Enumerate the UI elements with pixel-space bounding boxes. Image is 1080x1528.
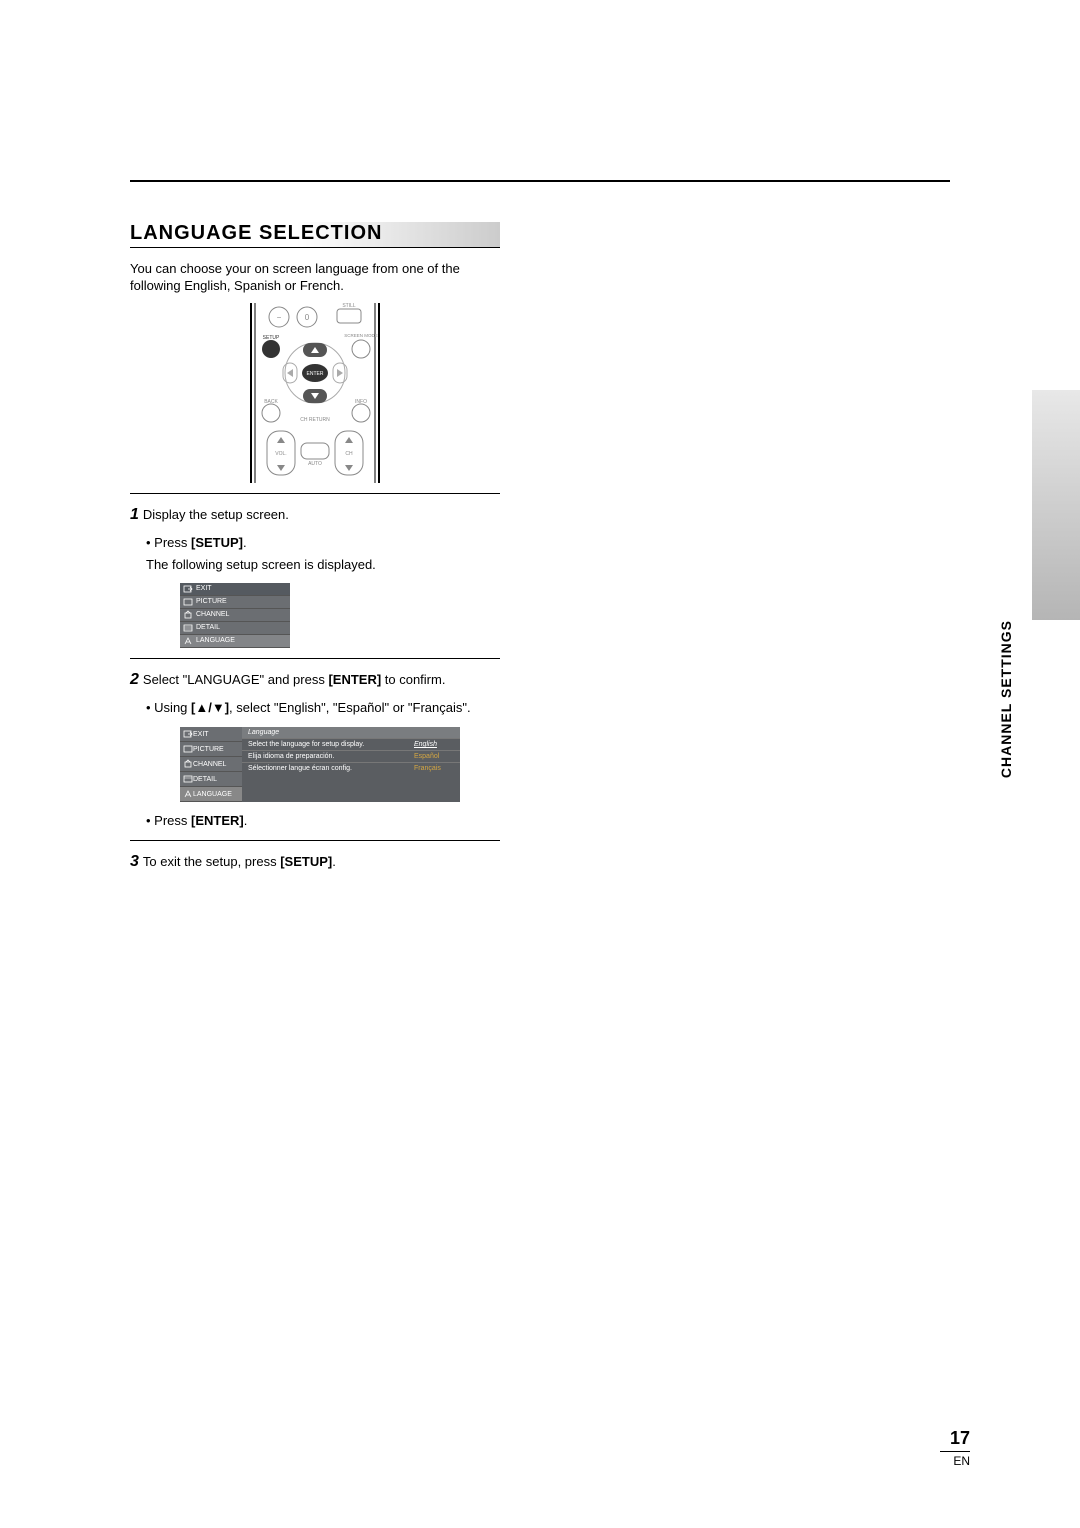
svg-text:CH: CH	[345, 451, 353, 457]
label: EXIT	[196, 585, 212, 592]
side-language: LANGUAGE	[180, 787, 242, 802]
label: DETAIL	[193, 776, 217, 783]
label: CHANNEL	[193, 761, 226, 768]
manual-page: LANGUAGE SELECTION You can choose your o…	[0, 0, 1080, 1528]
section-title: LANGUAGE SELECTION	[130, 222, 500, 248]
svg-text:SCREEN MODE: SCREEN MODE	[344, 333, 378, 338]
text: Press	[154, 535, 191, 550]
svg-text:AUTO: AUTO	[308, 461, 322, 467]
menu-row-channel: CHANNEL	[180, 609, 290, 622]
step-number: 3	[130, 853, 139, 870]
lang-row-espanol: Elija idioma de preparación. Español	[242, 750, 460, 762]
lang-row-english: Select the language for setup display. E…	[242, 738, 460, 750]
text: .	[243, 535, 247, 550]
step-1-text: Display the setup screen.	[143, 507, 289, 522]
menu-row-language: LANGUAGE	[180, 635, 290, 648]
page-number: 17	[940, 1428, 970, 1452]
step-3-text: To exit the setup, press [SETUP].	[143, 854, 336, 869]
menu-row-picture: PICTURE	[180, 596, 290, 609]
side-detail: DETAIL	[180, 772, 242, 787]
label: PICTURE	[193, 746, 224, 753]
menu-header: Language	[242, 727, 460, 738]
page-number-block: 17 EN	[940, 1428, 970, 1468]
divider	[130, 658, 500, 659]
intro-text: You can choose your on screen language f…	[130, 261, 500, 295]
side-exit: EXIT	[180, 727, 242, 742]
svg-text:−: −	[277, 313, 282, 322]
desc: Elija idioma de preparación.	[248, 753, 334, 760]
top-rule	[130, 180, 950, 182]
label: LANGUAGE	[193, 791, 232, 798]
step-1-line2: The following setup screen is displayed.	[146, 556, 500, 574]
text: Using	[154, 700, 191, 715]
step-2-text: Select "LANGUAGE" and press [ENTER] to c…	[143, 672, 446, 687]
svg-text:CH RETURN: CH RETURN	[300, 417, 330, 423]
setup-menu-screenshot: EXIT PICTURE CHANNEL DETAIL LANGUAGE	[180, 583, 290, 648]
text: .	[332, 854, 336, 869]
text: , select "English", "Español" or "França…	[229, 700, 471, 715]
option: Français	[414, 765, 454, 772]
divider	[130, 493, 500, 494]
option: English	[414, 741, 454, 748]
svg-text:ENTER: ENTER	[307, 371, 324, 377]
svg-text:VOL.: VOL.	[275, 451, 286, 457]
section-tab: CHANNEL SETTINGS	[990, 390, 1020, 620]
menu-row-exit: EXIT	[180, 583, 290, 596]
step-2b-bullet: Press [ENTER].	[146, 812, 500, 830]
step-2-bullet: Using [▲/▼], select "English", "Español"…	[146, 699, 500, 717]
option: Español	[414, 753, 454, 760]
text: Press	[154, 813, 191, 828]
menu-row-detail: DETAIL	[180, 622, 290, 635]
step-3: 3 To exit the setup, press [SETUP].	[130, 851, 500, 873]
side-channel: CHANNEL	[180, 757, 242, 772]
setup-key: [SETUP]	[191, 535, 243, 550]
label: LANGUAGE	[196, 637, 235, 644]
content-column: LANGUAGE SELECTION You can choose your o…	[130, 222, 500, 874]
tab-shade	[1032, 390, 1080, 620]
lang-row-francais: Sélectionner langue écran config. França…	[242, 762, 460, 774]
enter-key: [ENTER]	[191, 813, 244, 828]
enter-key: [ENTER]	[328, 672, 381, 687]
tab-label: CHANNEL SETTINGS	[998, 620, 1014, 778]
svg-text:STILL: STILL	[342, 303, 356, 309]
text: .	[244, 813, 248, 828]
language-code: EN	[940, 1454, 970, 1468]
svg-text:0: 0	[305, 313, 310, 322]
step-1-bullet: Press [SETUP].	[146, 534, 500, 552]
remote-control-figure: − 0 STILL SETUP SCREEN MODE	[245, 303, 385, 483]
setup-key: [SETUP]	[280, 854, 332, 869]
text: to confirm.	[381, 672, 445, 687]
desc: Sélectionner langue écran config.	[248, 765, 352, 772]
step-number: 1	[130, 506, 139, 523]
arrow-keys: [▲/▼]	[191, 700, 229, 715]
desc: Select the language for setup display.	[248, 741, 364, 748]
step-1: 1 Display the setup screen.	[130, 504, 500, 526]
label: PICTURE	[196, 598, 227, 605]
label: CHANNEL	[196, 611, 229, 618]
text: Select "LANGUAGE" and press	[143, 672, 329, 687]
menu-main: Language Select the language for setup d…	[242, 727, 460, 802]
menu-sidebar: EXIT PICTURE CHANNEL DETAIL LANGUAGE	[180, 727, 242, 802]
step-2: 2 Select "LANGUAGE" and press [ENTER] to …	[130, 669, 500, 691]
label: EXIT	[193, 731, 209, 738]
side-picture: PICTURE	[180, 742, 242, 757]
label: DETAIL	[196, 624, 220, 631]
step-number: 2	[130, 671, 139, 688]
text: To exit the setup, press	[143, 854, 280, 869]
language-menu-screenshot: EXIT PICTURE CHANNEL DETAIL LANGUAGE Lan…	[180, 727, 460, 802]
divider	[130, 840, 500, 841]
